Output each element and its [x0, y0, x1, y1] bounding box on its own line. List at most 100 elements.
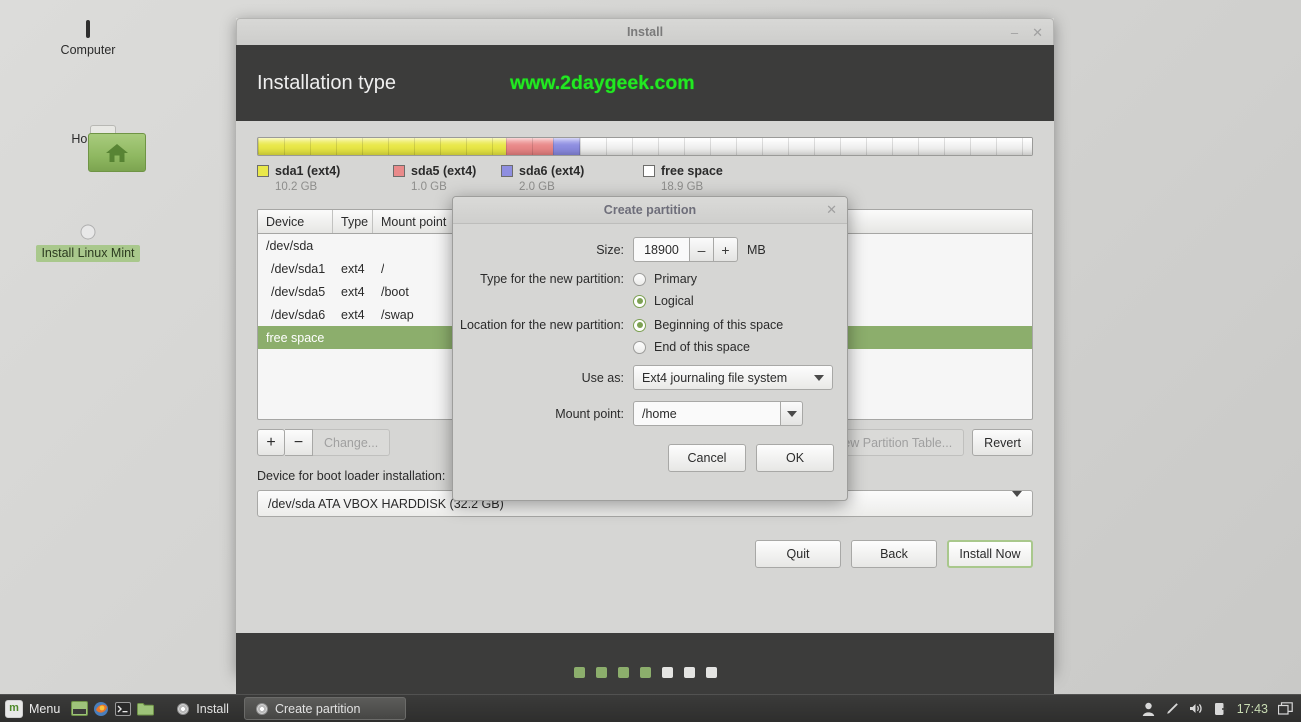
column-header-type[interactable]: Type — [333, 210, 373, 233]
partition-segment-free-space — [579, 138, 1032, 155]
installer-header: Installation type www.2daygeek.com — [236, 45, 1054, 121]
legend-item-sda5: sda5 (ext4) 1.0 GB — [393, 164, 501, 193]
create-partition-dialog: Create partition ✕ Size: 18900 – + MB Ty… — [452, 196, 848, 501]
cell-mount: /boot — [381, 284, 409, 299]
radio-primary-label: Primary — [654, 272, 698, 286]
cell-type: ext4 — [341, 307, 365, 322]
size-input[interactable]: 18900 — [633, 237, 690, 262]
window-list-icon[interactable] — [1278, 702, 1293, 715]
radio-end-label: End of this space — [654, 340, 750, 354]
legend-label: sda5 (ext4) — [411, 164, 477, 178]
radio-primary[interactable] — [633, 272, 646, 286]
file-manager-icon[interactable] — [134, 695, 156, 722]
size-decrement-button[interactable]: – — [690, 237, 714, 262]
dialog-cancel-button[interactable]: Cancel — [668, 444, 746, 472]
cell-device: /dev/sda6 — [271, 307, 326, 322]
legend-size: 18.9 GB — [661, 181, 704, 193]
partition-type-label: Type for the new partition: — [480, 272, 624, 286]
add-partition-button[interactable]: + — [257, 429, 285, 456]
mount-point-dropdown-button[interactable] — [781, 401, 803, 426]
watermark-text: www.2daygeek.com — [509, 71, 695, 94]
use-as-row: Use as: Ext4 journaling file system — [453, 365, 847, 390]
radio-beginning-label: Beginning of this space — [654, 318, 784, 332]
taskbar-window-label: Create partition — [274, 701, 361, 716]
firefox-icon[interactable] — [90, 695, 112, 722]
mount-point-input[interactable]: /home — [633, 401, 781, 426]
cell-type: ext4 — [341, 284, 365, 299]
use-as-select[interactable]: Ext4 journaling file system — [633, 365, 833, 390]
show-desktop-icon[interactable] — [68, 695, 90, 722]
user-icon[interactable] — [1142, 702, 1155, 716]
cell-type: ext4 — [341, 261, 365, 276]
window-title: Install — [626, 25, 664, 39]
desktop-icon-install-linux-mint[interactable]: Install Linux Mint — [28, 224, 148, 262]
legend-size: 10.2 GB — [275, 181, 318, 193]
back-button[interactable]: Back — [851, 540, 937, 568]
size-increment-button[interactable]: + — [714, 237, 738, 262]
install-now-button[interactable]: Install Now — [947, 540, 1033, 568]
menu-button[interactable]: m Menu — [0, 695, 68, 722]
radio-beginning-of-space[interactable] — [633, 318, 646, 332]
mount-point-row: Mount point: /home — [453, 401, 847, 426]
progress-dot — [573, 666, 585, 678]
use-as-label: Use as: — [581, 370, 624, 385]
chevron-down-icon — [1012, 490, 1022, 511]
cell-device: /dev/sda5 — [271, 284, 326, 299]
volume-icon[interactable] — [1189, 702, 1204, 715]
partition-segment-sda5 — [506, 138, 554, 155]
legend-item-sda1: sda1 (ext4) 10.2 GB — [257, 164, 393, 193]
location-row-beginning: Location for the new partition: Beginnin… — [453, 318, 847, 332]
legend-swatch-icon — [643, 165, 655, 177]
chevron-down-icon — [786, 410, 797, 417]
linux-mint-logo-icon: m — [5, 699, 23, 718]
dialog-ok-button[interactable]: OK — [756, 444, 834, 472]
menu-button-label: Menu — [29, 701, 61, 716]
progress-dot — [617, 666, 629, 678]
quit-button[interactable]: Quit — [755, 540, 841, 568]
remove-partition-button[interactable]: − — [285, 429, 313, 456]
system-tray: 17:43 — [1142, 702, 1301, 716]
terminal-icon[interactable] — [112, 695, 134, 722]
legend-size: 2.0 GB — [519, 181, 555, 193]
cell-mount: /swap — [381, 307, 414, 322]
radio-logical[interactable] — [633, 294, 646, 308]
update-manager-icon[interactable] — [1214, 702, 1227, 716]
taskbar-window-create-partition[interactable]: Create partition — [243, 697, 406, 720]
partition-legend: sda1 (ext4) 10.2 GB sda5 (ext4) 1.0 GB s… — [257, 164, 1033, 193]
mount-point-combo[interactable]: /home — [633, 401, 803, 426]
taskbar-window-install[interactable]: Install — [166, 697, 240, 720]
clock[interactable]: 17:43 — [1237, 702, 1268, 716]
legend-size: 1.0 GB — [411, 181, 447, 193]
dialog-actions: Cancel OK — [453, 444, 847, 472]
taskbar: m Menu Install Create partition 17:43 — [0, 694, 1301, 722]
navigation-buttons: Quit Back Install Now — [257, 540, 1033, 568]
type-row-primary: Type for the new partition: Primary — [453, 272, 847, 286]
progress-dot — [705, 666, 717, 678]
close-icon[interactable]: ✕ — [826, 202, 837, 218]
cell-device: /dev/sda1 — [271, 261, 326, 276]
radio-logical-label: Logical — [654, 294, 694, 308]
column-header-device[interactable]: Device — [258, 210, 333, 233]
radio-end-of-space[interactable] — [633, 340, 646, 354]
partition-usage-bar — [257, 137, 1033, 156]
minimize-icon[interactable]: – — [1011, 26, 1018, 39]
legend-swatch-icon — [501, 165, 513, 177]
chevron-down-icon — [814, 374, 824, 381]
mount-point-label: Mount point: — [555, 406, 624, 421]
change-partition-button: Change... — [313, 429, 391, 456]
progress-dot — [661, 666, 673, 678]
desktop-icon-computer[interactable]: Computer — [28, 20, 148, 59]
partition-segment-sda6 — [552, 138, 581, 155]
cd-disc-icon — [255, 702, 268, 715]
dialog-title: Create partition — [603, 203, 697, 217]
location-row-end: End of this space — [453, 340, 847, 354]
close-icon[interactable]: ✕ — [1032, 26, 1043, 39]
revert-button[interactable]: Revert — [972, 429, 1033, 456]
partition-location-label: Location for the new partition: — [460, 318, 624, 332]
pen-icon[interactable] — [1165, 702, 1179, 716]
progress-dot — [683, 666, 695, 678]
desktop-icon-label: Computer — [60, 43, 116, 57]
desktop-icon-label: Install Linux Mint — [36, 245, 140, 262]
desktop-icon-home[interactable]: Home — [28, 125, 148, 172]
size-stepper[interactable]: 18900 – + — [633, 237, 738, 262]
